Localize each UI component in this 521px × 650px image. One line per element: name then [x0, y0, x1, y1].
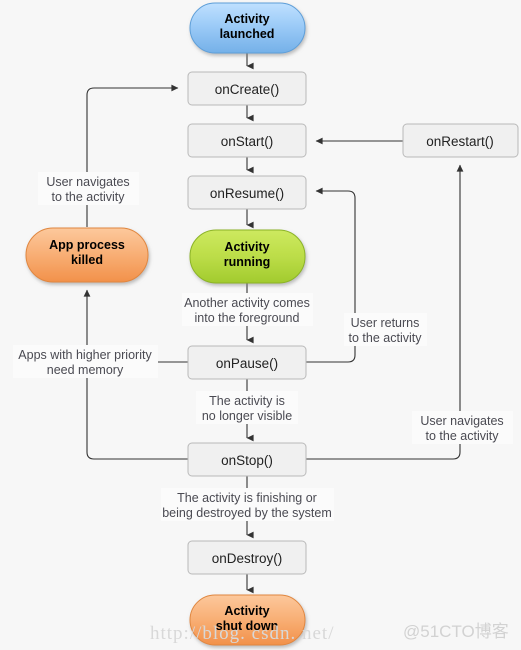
watermark-layer: http://blog. csdn. net/ @51CTO博客 [150, 622, 509, 644]
watermark-handle: @51CTO博客 [403, 622, 509, 641]
node-onpause[interactable]: onPause() [187, 345, 307, 380]
activity-running-label-line1: Activity [224, 240, 269, 254]
node-activity-running[interactable]: Activity running [189, 229, 306, 284]
watermark-url: http://blog. csdn. net/ [150, 623, 335, 644]
label-user-navigates-right-line1: User navigates [420, 414, 503, 428]
activity-launched-label-line2: launched [220, 27, 275, 41]
activity-shut-down-label-line1: Activity [224, 604, 269, 618]
label-finishing-line1: The activity is finishing or [177, 491, 317, 505]
label-user-navigates-right-line2: to the activity [426, 429, 500, 443]
label-another-activity-line1: Another activity comes [184, 296, 310, 310]
node-oncreate[interactable]: onCreate() [187, 71, 307, 106]
label-finishing-line2: being destroyed by the system [162, 506, 332, 520]
label-apps-higher-priority-line1: Apps with higher priority [18, 348, 152, 362]
onstop-label: onStop() [221, 453, 273, 468]
diagram-canvas: User navigates to the activity Another a… [13, 2, 519, 646]
node-ondestroy[interactable]: onDestroy() [187, 540, 307, 575]
node-activity-launched[interactable]: Activity launched [189, 2, 306, 54]
label-another-activity-line2: into the foreground [195, 311, 300, 325]
label-no-longer-visible-line1: The activity is [209, 394, 285, 408]
activity-running-label-line2: running [224, 255, 271, 269]
app-process-killed-label-line2: killed [71, 253, 103, 267]
label-user-returns-line1: User returns [351, 316, 420, 330]
label-user-returns-line2: to the activity [349, 331, 423, 345]
node-onstart[interactable]: onStart() [187, 123, 307, 158]
node-onresume[interactable]: onResume() [187, 175, 307, 210]
ondestroy-label: onDestroy() [212, 551, 283, 566]
node-app-process-killed[interactable]: App process killed [25, 227, 149, 283]
onpause-label: onPause() [216, 356, 278, 371]
node-onrestart[interactable]: onRestart() [402, 123, 519, 158]
node-onstop[interactable]: onStop() [187, 442, 307, 477]
onstart-label: onStart() [221, 134, 274, 149]
onrestart-label: onRestart() [426, 134, 494, 149]
app-process-killed-label-line1: App process [49, 238, 125, 252]
oncreate-label: onCreate() [215, 82, 280, 97]
label-apps-higher-priority-line2: need memory [47, 363, 124, 377]
edge-appkilled-to-oncreate [86, 84, 179, 227]
onresume-label: onResume() [210, 186, 284, 201]
activity-launched-label-line1: Activity [224, 12, 269, 26]
label-no-longer-visible-line2: no longer visible [202, 409, 292, 423]
label-user-navigates-left-line1: User navigates [46, 175, 129, 189]
label-user-navigates-left-line2: to the activity [52, 190, 126, 204]
activity-lifecycle-diagram: User navigates to the activity Another a… [0, 0, 521, 650]
